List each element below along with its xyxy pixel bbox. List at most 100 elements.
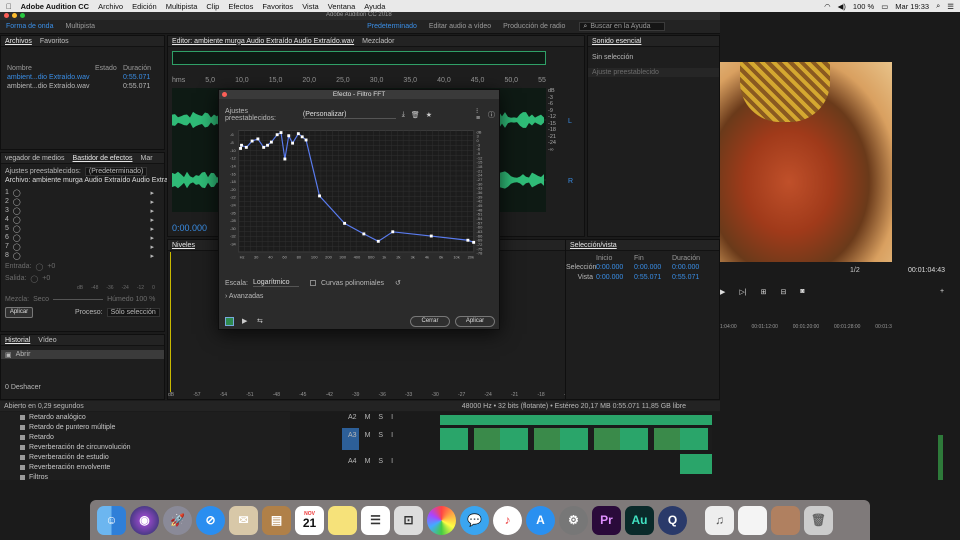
search-icon[interactable]: ⌕ xyxy=(936,1,940,11)
menu-list-icon[interactable]: ☰ xyxy=(947,2,954,11)
close-button[interactable]: Cerrar xyxy=(410,316,450,327)
history-item[interactable]: Abrir xyxy=(16,351,31,358)
siri-icon[interactable]: ◉ xyxy=(130,505,159,535)
fx-slot[interactable]: 2 ◯ ▸ xyxy=(1,197,164,206)
slot-arrow-icon[interactable]: ▸ xyxy=(150,207,154,215)
audition-icon[interactable]: Au xyxy=(625,505,654,535)
tab-markers[interactable]: Mar xyxy=(140,155,152,162)
fx-apply-button[interactable]: Aplicar xyxy=(5,307,33,318)
wifi-icon[interactable]: ◠ xyxy=(824,2,831,11)
curve-control-point[interactable] xyxy=(291,141,295,145)
solo-button[interactable]: S xyxy=(378,458,383,465)
input-button[interactable]: I xyxy=(391,414,393,421)
input-button[interactable]: I xyxy=(391,458,393,465)
slot-arrow-icon[interactable]: ▸ xyxy=(150,198,154,206)
channel-left[interactable]: L xyxy=(568,118,572,125)
power-icon[interactable]: ◯ xyxy=(13,189,21,197)
view-duration[interactable]: 0:55.071 xyxy=(672,274,699,281)
view-start[interactable]: 0:00.000 xyxy=(596,274,634,281)
menu-archivo[interactable]: Archivo xyxy=(98,2,123,11)
overwrite-icon[interactable]: ⊟ xyxy=(780,288,786,296)
trash-icon[interactable]: 🗑 xyxy=(804,505,833,535)
advanced-toggle[interactable]: › Avanzadas xyxy=(225,293,263,300)
solo-button[interactable]: S xyxy=(378,432,383,439)
curve-control-point[interactable] xyxy=(391,230,395,234)
curve-control-point[interactable] xyxy=(472,240,476,244)
save-preset-icon[interactable]: ⤓ xyxy=(402,111,405,119)
battery-icon[interactable]: ▭ xyxy=(881,2,888,11)
curve-control-point[interactable] xyxy=(262,145,266,149)
list-item[interactable]: Retardo analógico xyxy=(0,412,290,422)
stickies-icon[interactable] xyxy=(328,505,357,535)
premiere-icon[interactable]: Pr xyxy=(592,505,621,535)
fx-slot[interactable]: 4 ◯ ▸ xyxy=(1,215,164,224)
tab-effects-rack[interactable]: Bastidor de efectos xyxy=(73,155,133,162)
photos-icon[interactable] xyxy=(427,505,456,535)
dialog-preset-select[interactable]: (Personalizar) xyxy=(302,111,396,119)
workspace-default[interactable]: Predeterminado xyxy=(361,23,423,30)
curve-control-point[interactable] xyxy=(429,234,433,238)
mute-button[interactable]: M xyxy=(365,432,371,439)
app-store-icon[interactable]: A xyxy=(526,505,555,535)
selection-end[interactable]: 0:00.000 xyxy=(634,264,672,271)
menu-favoritos[interactable]: Favoritos xyxy=(262,2,293,11)
delete-preset-icon[interactable]: 🗑 xyxy=(411,111,420,119)
curve-control-point[interactable] xyxy=(279,131,283,135)
menu-clip[interactable]: Clip xyxy=(206,2,219,11)
audio-clip[interactable] xyxy=(440,415,712,425)
list-item[interactable]: Retardo de puntero múltiple xyxy=(0,422,290,432)
menu-edicion[interactable]: Edición xyxy=(132,2,157,11)
curve-control-point[interactable] xyxy=(256,137,260,141)
help-search-input[interactable]: ⌕ Buscar en la Ayuda xyxy=(579,22,666,31)
audio-clip[interactable] xyxy=(440,428,712,450)
fx-slot[interactable]: 8 ◯ ▸ xyxy=(1,251,164,260)
list-item[interactable]: Reverberación de circunvolución xyxy=(0,442,290,452)
power-icon[interactable]: ◯ xyxy=(13,225,21,233)
curve-control-point[interactable] xyxy=(269,140,273,144)
curve-control-point[interactable] xyxy=(362,232,366,236)
curve-control-point[interactable] xyxy=(376,239,380,243)
slot-arrow-icon[interactable]: ▸ xyxy=(150,234,154,242)
loop-icon[interactable]: ⇆ xyxy=(257,317,263,325)
menu-multipista[interactable]: Multipista xyxy=(166,2,198,11)
col-duration[interactable]: Duración xyxy=(123,65,151,72)
minimize-window-button[interactable] xyxy=(12,13,17,18)
fx-preset-select[interactable]: (Predeterminado) xyxy=(84,167,148,176)
slot-arrow-icon[interactable]: ▸ xyxy=(150,225,154,233)
reset-icon[interactable]: ↺ xyxy=(395,279,401,287)
tab-editor[interactable]: Editor: ambiente murga Audio Extraído Au… xyxy=(172,38,354,45)
curve-control-point[interactable] xyxy=(244,145,248,149)
photo-booth-icon[interactable]: ⊡ xyxy=(394,505,423,535)
play-icon[interactable]: ▶ xyxy=(720,288,725,296)
slot-arrow-icon[interactable]: ▸ xyxy=(150,216,154,224)
curve-control-point[interactable] xyxy=(304,138,308,142)
slot-arrow-icon[interactable]: ▸ xyxy=(150,189,154,197)
curve-control-point[interactable] xyxy=(240,143,243,147)
zoom-window-button[interactable] xyxy=(20,13,25,18)
dialog-close-dot[interactable] xyxy=(222,92,227,97)
menu-ayuda[interactable]: Ayuda xyxy=(364,2,385,11)
favorite-star-icon[interactable]: ★ xyxy=(426,111,432,119)
mute-button[interactable]: M xyxy=(365,414,371,421)
solo-button[interactable]: S xyxy=(378,414,383,421)
col-name[interactable]: Nombre xyxy=(7,65,95,72)
curve-control-point[interactable] xyxy=(287,134,291,138)
curve-control-point[interactable] xyxy=(466,238,470,242)
curve-control-point[interactable] xyxy=(239,146,243,150)
curve-control-point[interactable] xyxy=(296,132,300,136)
close-window-button[interactable] xyxy=(4,13,9,18)
slot-arrow-icon[interactable]: ▸ xyxy=(150,252,154,260)
fx-slot[interactable]: 3 ◯ ▸ xyxy=(1,206,164,215)
curve-control-point[interactable] xyxy=(300,135,304,139)
list-item[interactable]: Reverberación envolvente xyxy=(0,462,290,472)
power-icon[interactable]: ◯ xyxy=(13,243,21,251)
tab-history[interactable]: Historial xyxy=(5,337,30,344)
slot-arrow-icon[interactable]: ▸ xyxy=(150,243,154,251)
curve-control-point[interactable] xyxy=(250,139,254,143)
app-name-menu[interactable]: Adobe Audition CC xyxy=(21,2,89,11)
system-preferences-icon[interactable]: ⚙ xyxy=(559,505,588,535)
apply-button[interactable]: Aplicar xyxy=(455,316,495,327)
preview-play-icon[interactable]: ▶ xyxy=(242,317,247,325)
power-icon[interactable]: ◯ xyxy=(13,252,21,260)
finder-icon[interactable]: ☺ xyxy=(97,505,126,535)
